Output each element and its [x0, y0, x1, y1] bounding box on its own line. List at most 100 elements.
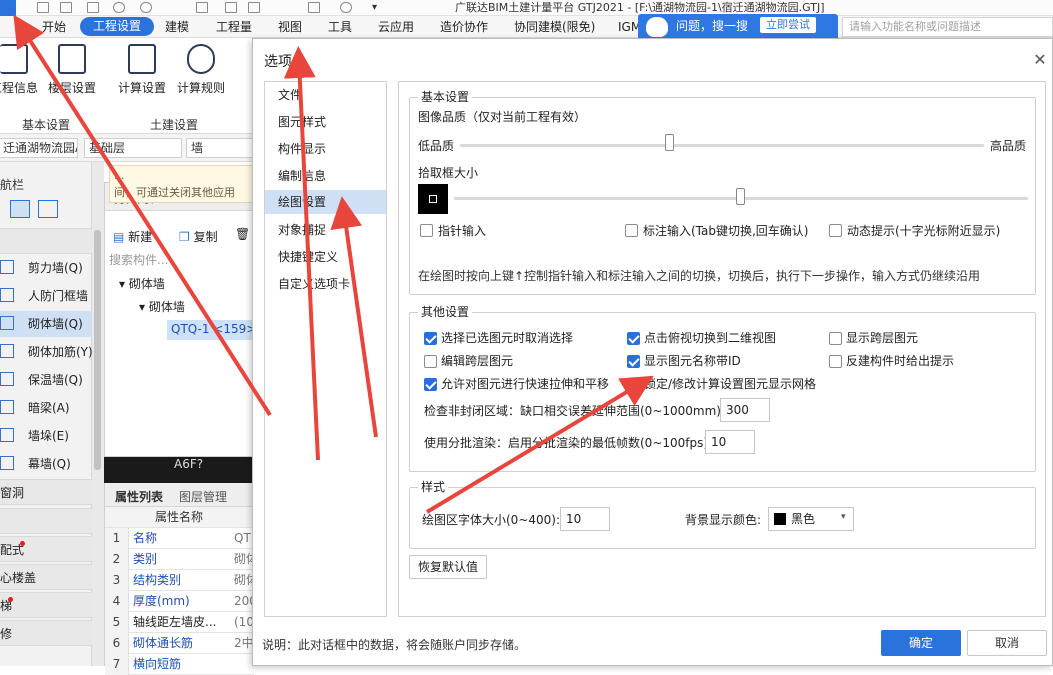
menu-project-settings[interactable]: 工程设置 — [80, 17, 155, 36]
refresh-icon[interactable] — [340, 2, 352, 13]
copy-button[interactable]: ❐ 复制 — [179, 228, 218, 245]
calc-settings-button[interactable]: 计算设置 — [118, 79, 166, 96]
table-row[interactable]: 6 砌体通长筋 2中 — [105, 633, 254, 654]
navigation-panel: 航栏 剪力墙(Q) 人防门框墙 砌体墙(Q) 砌体加筋(Y) 保温墙(Q) 暗梁… — [0, 162, 93, 666]
floor-settings-button[interactable]: 楼层设置 — [48, 79, 96, 96]
project-info-button[interactable]: 工程信息 — [0, 79, 38, 96]
menu-tools[interactable]: 工具 — [328, 19, 352, 35]
nav-item-insulation-wall[interactable]: 保温墙(Q) — [0, 367, 92, 393]
promo-banner[interactable]: 问题，搜一搜 立即尝试 — [638, 14, 838, 40]
project-info-icon[interactable] — [0, 44, 28, 74]
calc-rules-icon[interactable] — [187, 44, 215, 74]
function-search-input[interactable]: 请输入功能名称或问题描述 — [842, 17, 1053, 37]
tree-child[interactable]: ▾ 砌体墙 — [139, 298, 185, 315]
nav-section-hollow-floor[interactable]: 心楼盖 — [0, 564, 92, 590]
component-search-input[interactable]: 搜索构件... — [109, 251, 168, 268]
floor-settings-icon[interactable] — [58, 44, 86, 74]
dynamic-hint-checkbox[interactable] — [829, 224, 842, 237]
delete-icon[interactable]: 🗑 — [235, 227, 250, 241]
show-cross-floor-checkbox[interactable] — [829, 332, 842, 345]
menu-cloud[interactable]: 云应用 — [378, 19, 414, 35]
nav-item-masonry-rebar[interactable]: 砌体加筋(Y) — [0, 339, 93, 365]
pick-box-slider[interactable] — [736, 188, 745, 205]
table-row[interactable]: 2 类别 砌体 — [105, 549, 258, 570]
close-icon[interactable]: ✕ — [1032, 52, 1048, 68]
edit-cross-floor-checkbox[interactable] — [424, 355, 437, 368]
table-row[interactable]: 3 结构类别 砌体 — [105, 570, 258, 591]
cut-icon[interactable] — [196, 2, 208, 13]
chevron-down-icon[interactable]: ▾ — [372, 2, 384, 13]
nav-item-curtain-wall[interactable]: 幕墙(Q) — [0, 451, 92, 477]
nav-item-masonry-wall[interactable]: 砌体墙(Q) — [0, 311, 92, 337]
category-drawing-settings[interactable]: 绘图设置 — [265, 190, 386, 214]
deselect-on-reselect-checkbox[interactable] — [424, 332, 437, 345]
calc-rules-button[interactable]: 计算规则 — [177, 79, 225, 96]
chevron-down-icon: ▾ — [841, 512, 846, 522]
settings-icon[interactable] — [225, 2, 237, 13]
image-quality-track[interactable] — [460, 144, 984, 147]
category-shortcut-keys[interactable]: 快捷键定义 — [265, 245, 386, 269]
reverse-build-hint-checkbox[interactable] — [829, 355, 842, 368]
list-view-icon[interactable] — [10, 200, 30, 218]
show-name-with-id-checkbox[interactable] — [627, 355, 640, 368]
top-view-2d-checkbox[interactable] — [627, 332, 640, 345]
nav-item-wall-pier[interactable]: 墙垛(E) — [0, 423, 92, 449]
project-combo[interactable]: 迁通湖物流园A区 — [0, 138, 78, 158]
undo-icon[interactable] — [113, 2, 125, 13]
category-element-style[interactable]: 图元样式 — [265, 110, 386, 134]
tab-property-list[interactable]: 属性列表 — [115, 488, 163, 505]
category-component-display[interactable]: 构件显示 — [265, 137, 386, 161]
nav-section-2[interactable] — [0, 508, 92, 534]
nav-item-hidden-beam[interactable]: 暗梁(A) — [0, 395, 92, 421]
detail-view-icon[interactable] — [38, 200, 58, 218]
tree-leaf[interactable]: QTQ-1 <159> — [171, 322, 256, 336]
floor-combo[interactable]: 基础层 — [84, 138, 182, 158]
category-file[interactable]: 文件 — [265, 83, 386, 107]
layers-icon[interactable] — [248, 2, 260, 13]
new-button[interactable]: ▤ 新建 — [113, 228, 152, 245]
bg-color-select[interactable]: 黑色 ▾ — [768, 507, 854, 531]
nav-section-stairs[interactable]: 梯 — [0, 592, 92, 618]
restore-default-button[interactable]: 恢复默认值 — [409, 555, 487, 579]
folder-icon[interactable] — [87, 2, 99, 13]
tree-root[interactable]: ▾ 砌体墙 — [119, 275, 165, 292]
open-icon[interactable] — [60, 2, 72, 13]
table-row[interactable]: 1 名称 QT — [105, 528, 254, 549]
menu-start[interactable]: 开始 — [42, 19, 66, 35]
pointer-input-checkbox[interactable] — [420, 224, 433, 237]
batch-render-input[interactable]: 10 — [705, 430, 755, 454]
nav-section-prefab[interactable]: 配式 — [0, 536, 92, 562]
image-quality-slider[interactable] — [664, 134, 674, 151]
type-combo[interactable]: 墙 — [186, 138, 254, 158]
grid-icon[interactable] — [308, 2, 320, 13]
menu-view[interactable]: 视图 — [278, 19, 302, 35]
nav-scrollbar-thumb[interactable] — [94, 230, 101, 470]
check-region-input[interactable]: 300 — [720, 398, 770, 422]
nav-item-shear-wall[interactable]: 剪力墙(Q) — [0, 255, 92, 281]
nav-section-decoration[interactable]: 修 — [0, 620, 92, 646]
nav-section-window-opening[interactable]: 窗洞 — [0, 479, 92, 505]
calc-settings-icon[interactable] — [128, 44, 156, 74]
font-size-input[interactable]: 10 — [560, 507, 610, 531]
category-custom-tabs[interactable]: 自定义选项卡 — [265, 272, 386, 296]
ok-button[interactable]: 确定 — [881, 630, 961, 656]
table-row[interactable]: 7 横向短筋 — [105, 654, 254, 675]
save-icon[interactable] — [37, 2, 49, 13]
menu-cost-collab[interactable]: 造价协作 — [440, 19, 488, 35]
menu-modeling[interactable]: 建模 — [165, 19, 189, 35]
category-author-info[interactable]: 编制信息 — [265, 164, 386, 188]
category-object-snap[interactable]: 对象捕捉 — [265, 218, 386, 242]
nav-section-wall[interactable] — [0, 228, 92, 254]
banner-try-button[interactable]: 立即尝试 — [760, 17, 816, 33]
table-row[interactable]: 5 轴线距左墙皮... (10 — [105, 612, 254, 633]
nav-item-civil-defense-wall[interactable]: 人防门框墙 — [0, 283, 92, 309]
quick-stretch-checkbox[interactable] — [424, 378, 437, 391]
menu-collab-modeling[interactable]: 协同建模(限免) — [514, 19, 595, 35]
cancel-button[interactable]: 取消 — [967, 630, 1047, 656]
table-row[interactable]: 4 厚度(mm) 200 — [105, 591, 257, 612]
redo-icon[interactable] — [140, 2, 152, 13]
menu-quantity[interactable]: 工程量 — [216, 19, 252, 35]
lock-grid-display-checkbox[interactable] — [627, 378, 640, 391]
tab-layer-manager[interactable]: 图层管理 — [179, 488, 227, 505]
dimension-input-checkbox[interactable] — [625, 224, 638, 237]
